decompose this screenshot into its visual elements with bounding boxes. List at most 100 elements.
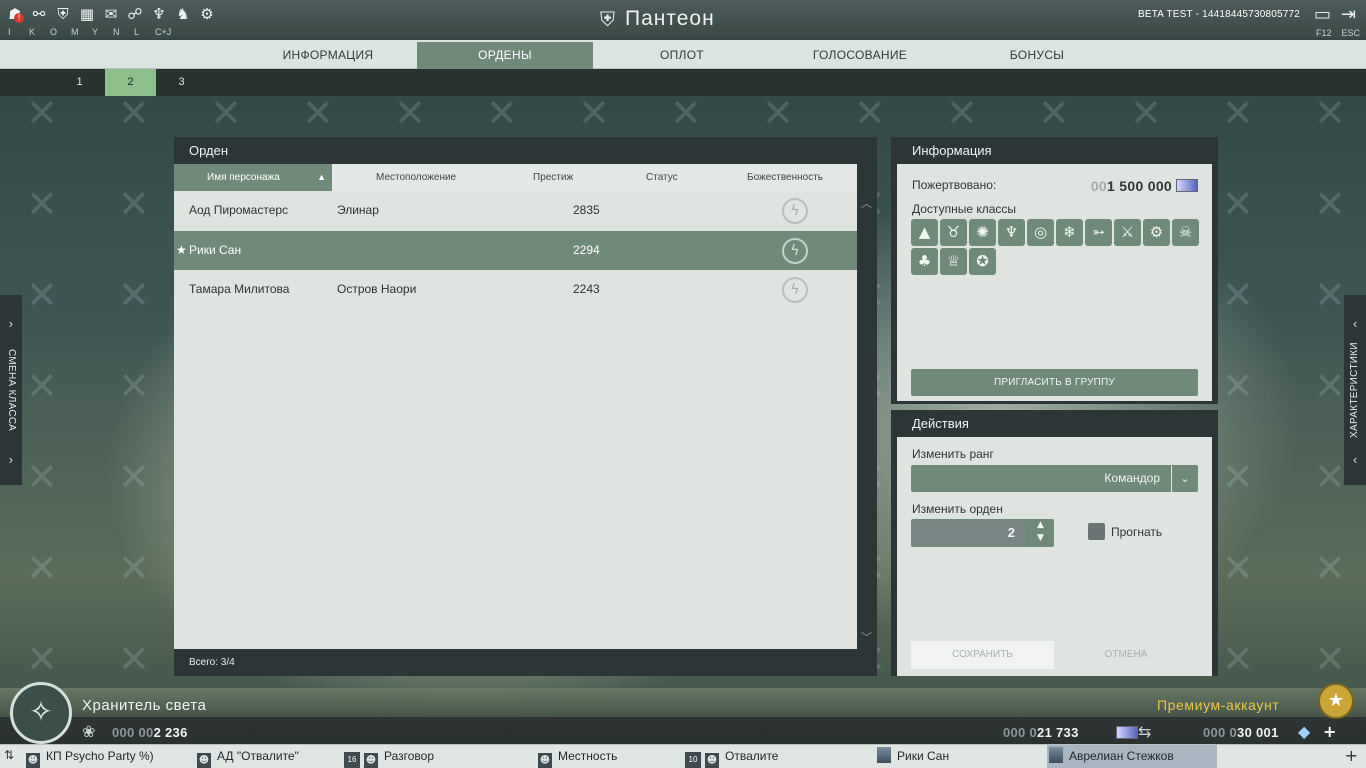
kick-checkbox[interactable] bbox=[1088, 523, 1105, 540]
tab-orders[interactable]: Ордены bbox=[417, 42, 593, 69]
gear-icon[interactable]: ⚙ bbox=[196, 4, 218, 24]
chat-tab[interactable]: ☻ АД "Отвалите" bbox=[197, 745, 299, 768]
chat-tab[interactable]: ☻ Местность bbox=[538, 745, 617, 768]
column-header-divinity[interactable]: Божественность bbox=[747, 164, 823, 191]
class-paladin-icon[interactable]: ♆ bbox=[998, 219, 1025, 246]
pattern-cross-icon: ✕ bbox=[1222, 182, 1254, 226]
pantheon-icon[interactable]: ⛨ bbox=[52, 4, 74, 24]
profile-icon[interactable]: ☗! bbox=[4, 4, 26, 24]
class-mage-icon[interactable]: ✺ bbox=[969, 219, 996, 246]
save-button[interactable]: Сохранить bbox=[911, 641, 1054, 669]
chat-settings-icon[interactable]: ⇅ bbox=[4, 748, 14, 762]
member-prestige: 2835 bbox=[573, 203, 600, 217]
pattern-cross-icon: ✕ bbox=[118, 455, 150, 499]
class-engineer-icon[interactable]: ⚙ bbox=[1143, 219, 1170, 246]
tab-bonuses[interactable]: Бонусы bbox=[949, 42, 1125, 69]
divinity-icon: ϟ bbox=[782, 238, 808, 264]
premium-account-label[interactable]: Премиум-аккаунт bbox=[1157, 697, 1279, 713]
scroll-up-icon[interactable]: ︿ bbox=[861, 195, 872, 211]
pattern-cross-icon: ✕ bbox=[210, 96, 242, 135]
table-row[interactable]: Аод Пиромастерс Элинар 2835 ϟ bbox=[174, 191, 857, 230]
stats-side-tab[interactable]: ‹ Характеристики ‹ bbox=[1344, 295, 1366, 485]
column-header-status[interactable]: Статус bbox=[646, 164, 678, 191]
chat-tab[interactable]: 16 ☻ Разговор bbox=[344, 745, 434, 768]
pattern-cross-icon: ✕ bbox=[394, 96, 426, 135]
tab-information[interactable]: Информация bbox=[240, 42, 416, 69]
handshake-icon[interactable]: ☍ bbox=[124, 4, 146, 24]
kick-label: Прогнать bbox=[1111, 525, 1163, 539]
subtab-3[interactable]: 3 bbox=[156, 69, 207, 96]
pattern-cross-icon: ✕ bbox=[762, 96, 794, 135]
member-name: Рики Сан bbox=[189, 243, 242, 257]
rank-select[interactable]: Командор ⌄ bbox=[911, 465, 1198, 492]
currency-padding: 000 0 bbox=[1203, 725, 1238, 740]
change-order-label: Изменить орден bbox=[912, 502, 1003, 516]
table-row[interactable]: ★ Рики Сан 2294 ϟ bbox=[174, 231, 857, 270]
class-frost-icon[interactable]: ❄ bbox=[1056, 219, 1083, 246]
chat-tab-active[interactable]: Аврелиан Стежков bbox=[1047, 745, 1217, 768]
classes-label: Доступные классы bbox=[912, 202, 1017, 216]
exchange-icon[interactable]: ⇆ bbox=[1138, 722, 1151, 741]
subtab-1[interactable]: 1 bbox=[54, 69, 105, 96]
pattern-cross-icon: ✕ bbox=[1314, 182, 1346, 226]
hotkey-label: Y bbox=[92, 27, 99, 37]
pattern-cross-icon: ✕ bbox=[26, 637, 58, 681]
donated-value: 1 500 000 bbox=[1107, 178, 1172, 194]
chevron-down-icon[interactable]: ⌄ bbox=[1171, 465, 1198, 492]
total-count: Всего: 3/4 bbox=[189, 657, 235, 668]
chevron-right-icon: › bbox=[8, 453, 14, 467]
class-bard-icon[interactable]: ♕ bbox=[940, 248, 967, 275]
class-druid-icon[interactable]: ♣ bbox=[911, 248, 938, 275]
class-warrior-icon[interactable]: ▲ bbox=[911, 219, 938, 246]
table-row[interactable]: Тамара Милитова Остров Наори 2243 ϟ bbox=[174, 270, 857, 309]
class-blade-icon[interactable]: ⚔ bbox=[1114, 219, 1141, 246]
pattern-cross-icon: ✕ bbox=[1314, 364, 1346, 408]
class-necromancer-icon[interactable]: ☠ bbox=[1172, 219, 1199, 246]
add-chat-icon[interactable]: + bbox=[1345, 746, 1358, 765]
guild-emblem-icon[interactable]: ✧ bbox=[10, 682, 72, 744]
column-header-location[interactable]: Местоположение bbox=[376, 164, 456, 191]
currency-padding: 000 00 bbox=[112, 725, 154, 740]
chat-tab[interactable]: ☻ КП Psycho Party %) bbox=[26, 745, 154, 768]
user-icon: ☻ bbox=[538, 753, 552, 768]
chevron-left-icon: ‹ bbox=[1352, 453, 1358, 467]
premium-star-icon[interactable]: ★ bbox=[1318, 683, 1354, 719]
order-stepper-value[interactable]: 2 bbox=[911, 521, 1025, 545]
class-change-side-tab[interactable]: › Смена класса › bbox=[0, 295, 22, 485]
portrait-icon bbox=[877, 747, 891, 763]
pattern-cross-icon: ✕ bbox=[118, 637, 150, 681]
tab-voting[interactable]: Голосование bbox=[772, 42, 948, 69]
chat-tab[interactable]: Рики Сан bbox=[877, 745, 949, 768]
subtab-2[interactable]: 2 bbox=[105, 69, 156, 96]
order-stepper[interactable]: 2 ▲ ▼ bbox=[911, 519, 1054, 547]
class-archer-icon[interactable]: ➳ bbox=[1085, 219, 1112, 246]
rank-select-value: Командор bbox=[1104, 471, 1160, 485]
invite-to-group-button[interactable]: Пригласить в группу bbox=[911, 369, 1198, 396]
chat-tab[interactable]: 10 ☻ Отвалите bbox=[685, 745, 778, 768]
column-header-name[interactable]: Имя персонажа ▲ bbox=[174, 164, 332, 191]
pattern-cross-icon: ✕ bbox=[1222, 96, 1254, 135]
lotus-currency-icon: ❀ bbox=[82, 722, 96, 741]
chat-tab-label: Разговор bbox=[384, 749, 435, 763]
exit-icon[interactable]: ⇥ bbox=[1341, 4, 1356, 25]
network-icon[interactable]: ⚯ bbox=[28, 4, 50, 24]
main-tabs: Информация Ордены Оплот Голосование Бону… bbox=[0, 40, 1366, 69]
scroll-down-icon[interactable]: ﹀ bbox=[861, 629, 872, 645]
stats-label: Характеристики bbox=[1349, 342, 1360, 438]
class-star-icon[interactable]: ✪ bbox=[969, 248, 996, 275]
actions-panel-body: Изменить ранг Командор ⌄ Изменить орден … bbox=[897, 437, 1212, 676]
chat-icon[interactable]: ✉ bbox=[100, 4, 122, 24]
pattern-cross-icon: ✕ bbox=[118, 182, 150, 226]
tab-stronghold[interactable]: Оплот bbox=[594, 42, 770, 69]
class-tank-icon[interactable]: ♉ bbox=[940, 219, 967, 246]
screenshot-icon[interactable]: ▭ bbox=[1314, 4, 1331, 25]
stepper-arrows-icon[interactable]: ▲ ▼ bbox=[1027, 519, 1054, 547]
horse-icon[interactable]: ♞ bbox=[172, 4, 194, 24]
class-mystic-icon[interactable]: ◎ bbox=[1027, 219, 1054, 246]
add-currency-icon[interactable]: + bbox=[1323, 722, 1336, 741]
pattern-cross-icon: ✕ bbox=[670, 96, 702, 135]
map-icon[interactable]: ▦ bbox=[76, 4, 98, 24]
mask-icon[interactable]: ♆ bbox=[148, 4, 170, 24]
column-header-prestige[interactable]: Престиж bbox=[533, 164, 573, 191]
cancel-button[interactable]: Отмена bbox=[1054, 641, 1198, 669]
